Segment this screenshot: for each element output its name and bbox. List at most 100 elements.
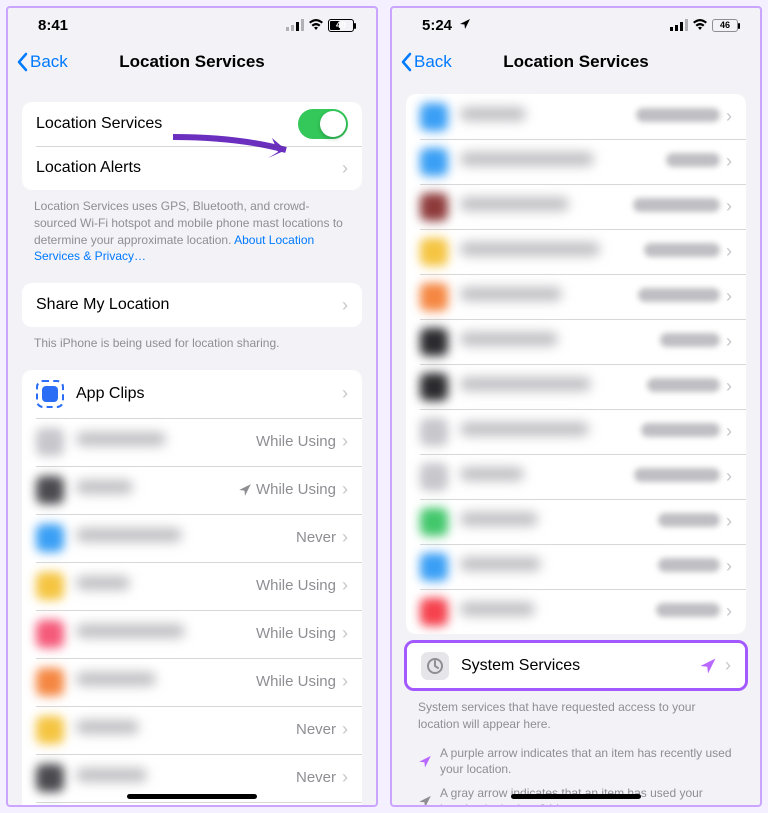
app-row[interactable]: › [406,499,746,544]
app-name-blurred [460,287,638,306]
battery-icon: 46 [712,19,738,32]
app-permission-blurred [658,513,720,531]
footer-sharing: This iPhone is being used for location s… [8,327,376,360]
app-permission-blurred [644,243,720,261]
app-row[interactable]: › [406,139,746,184]
back-button[interactable]: Back [16,52,68,72]
system-services-row[interactable]: System Services › [407,643,745,688]
status-right: 46 [670,19,738,32]
app-icon [420,373,448,401]
app-row[interactable]: › [406,184,746,229]
chevron-right-icon: › [726,286,732,307]
chevron-right-icon: › [342,431,348,452]
app-row[interactable]: › [406,589,746,634]
location-arrow-icon [699,657,717,675]
app-permission-blurred [636,108,720,126]
location-arrow-icon [459,18,471,30]
chevron-right-icon: › [726,601,732,622]
legend-purple: A purple arrow indicates that an item ha… [392,741,760,781]
chevron-right-icon: › [342,383,348,404]
app-row[interactable]: › [406,319,746,364]
location-services-toggle[interactable] [298,109,348,139]
chevron-right-icon: › [342,527,348,548]
app-icon [36,524,64,552]
chevron-right-icon: › [342,719,348,740]
app-row[interactable]: › [406,274,746,319]
app-name-blurred [460,107,636,126]
app-row[interactable]: Never › [22,514,362,562]
location-services-row[interactable]: Location Services [22,102,362,146]
app-row[interactable]: While Using › [22,802,362,805]
chevron-right-icon: › [726,466,732,487]
app-name-blurred [76,576,256,595]
share-my-location-label: Share My Location [36,296,342,314]
app-permission-blurred [647,378,720,396]
app-icon [36,668,64,696]
chevron-right-icon: › [726,376,732,397]
location-alerts-label: Location Alerts [36,159,342,177]
chevron-right-icon: › [726,556,732,577]
app-icon [36,428,64,456]
location-services-label: Location Services [36,115,298,133]
nav-bar: Back Location Services [392,42,760,82]
cellular-icon [286,19,304,31]
app-permission-value: While Using [256,433,336,450]
chevron-right-icon: › [726,241,732,262]
system-services-label: System Services [461,657,699,675]
app-permission-blurred [633,198,720,216]
app-clips-row[interactable]: App Clips › [22,370,362,418]
app-name-blurred [76,768,296,787]
app-row[interactable]: While Using › [22,658,362,706]
app-name-blurred [460,467,634,486]
app-name-blurred [460,557,658,576]
app-row[interactable]: While Using › [22,562,362,610]
app-icon [420,238,448,266]
app-icon [36,764,64,792]
app-name-blurred [76,672,256,691]
app-icon [420,283,448,311]
home-indicator[interactable] [511,794,641,799]
back-label: Back [30,52,68,72]
chevron-right-icon: › [342,295,348,316]
legend-gray: A gray arrow indicates that an item has … [392,781,760,805]
chevron-right-icon: › [726,196,732,217]
home-indicator[interactable] [127,794,257,799]
chevron-right-icon: › [342,479,348,500]
app-row[interactable]: Never › [22,706,362,754]
app-row[interactable]: While Using › [22,610,362,658]
chevron-right-icon: › [342,158,348,179]
app-icon [420,193,448,221]
wifi-icon [308,19,324,31]
app-row[interactable]: › [406,229,746,274]
app-row[interactable]: › [406,409,746,454]
app-row[interactable]: › [406,454,746,499]
app-name-blurred [460,332,660,351]
app-row[interactable]: › [406,94,746,139]
location-alerts-row[interactable]: Location Alerts › [22,146,362,190]
app-row[interactable]: › [406,544,746,589]
status-bar: 5:24 46 [392,8,760,42]
app-permission-blurred [660,333,720,351]
location-arrow-purple-icon [418,746,432,777]
app-permission-blurred [666,153,720,171]
app-permission-value: While Using [256,481,336,498]
chevron-right-icon: › [726,511,732,532]
app-icon [420,328,448,356]
app-row[interactable]: While Using › [22,466,362,514]
chevron-right-icon: › [725,655,731,676]
app-icon [36,620,64,648]
chevron-left-icon [400,52,412,72]
app-permission-value: While Using [256,577,336,594]
settings-scroll[interactable]: › › › › › › › › › › [392,82,760,805]
wifi-icon [692,19,708,31]
app-permission-blurred [634,468,720,486]
app-clips-icon [36,380,64,408]
app-row[interactable]: While Using › [22,418,362,466]
app-permission-blurred [638,288,720,306]
share-my-location-row[interactable]: Share My Location › [22,283,362,327]
chevron-right-icon: › [342,623,348,644]
app-row[interactable]: › [406,364,746,409]
settings-scroll[interactable]: Location Services Location Alerts › Loca… [8,82,376,805]
back-button[interactable]: Back [400,52,452,72]
footer-description: Location Services uses GPS, Bluetooth, a… [8,190,376,273]
